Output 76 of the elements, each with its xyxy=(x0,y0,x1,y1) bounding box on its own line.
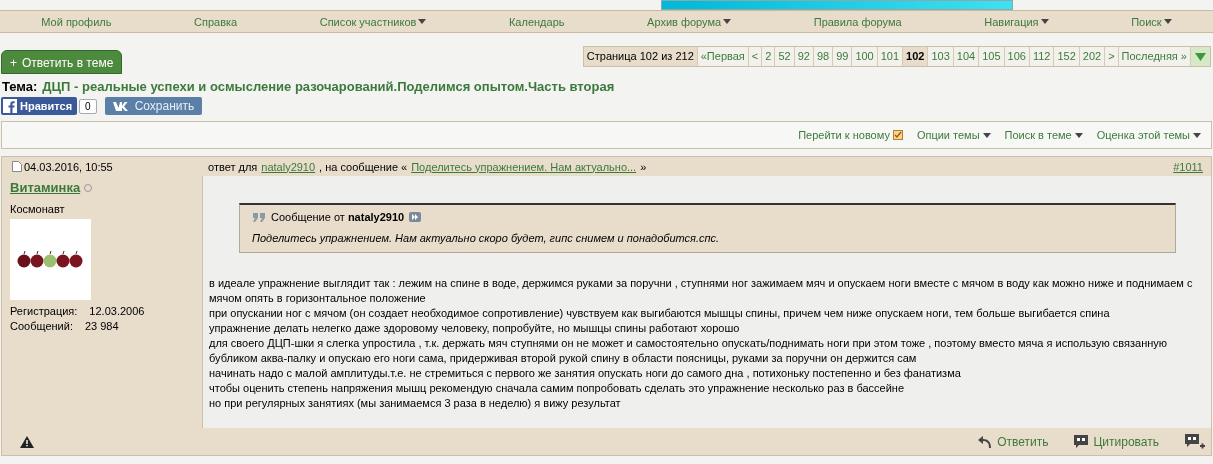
quote-attribution: Сообщение от nataly2910 xyxy=(271,211,405,223)
page-link[interactable]: 100 xyxy=(852,47,878,66)
page-count: Страница 102 из 212 xyxy=(583,47,698,66)
page-link[interactable]: 152 xyxy=(1054,47,1080,66)
nav-link[interactable]: Архив форума xyxy=(647,15,732,28)
nav-link[interactable]: Список участников xyxy=(319,15,427,28)
reply-text: , на сообщение « xyxy=(319,160,408,173)
quote-icon xyxy=(252,212,266,222)
page-link[interactable]: 52 xyxy=(775,47,795,66)
nav-link[interactable]: Навигация xyxy=(984,15,1049,28)
quote-text: Поделитесь упражнением. Нам актуально скоро будет, гипс снимем и понадобится.спс. xyxy=(252,232,721,244)
caret-icon xyxy=(1040,19,1049,24)
stat-value: 23 984 xyxy=(84,320,119,332)
stat-label: Регистрация: xyxy=(10,305,78,317)
dropdown-icon[interactable] xyxy=(1195,52,1206,61)
post-text: при опускании ног с мячом (он создает необходимое сопротивление) чувствуем как выгибаются мышцы спины, причем чем ниже опускаем ноги, тем больше выгибается спина xyxy=(209,306,1111,321)
post-icon xyxy=(12,161,22,172)
thread-label: Тема: xyxy=(2,79,38,94)
caret-icon xyxy=(418,19,427,24)
speech-bubble-icon xyxy=(1074,434,1089,449)
page-link[interactable]: Последняя » xyxy=(1118,47,1191,66)
view-post-icon[interactable] xyxy=(409,212,422,222)
post-text: начинать надо с малой амплитуды.т.е. не стремиться с первого же занятия опускать ноги до самого дна , потихоньку постепенно и без фанатизма xyxy=(209,366,962,381)
nav-link[interactable]: Поиск xyxy=(1131,15,1172,28)
thread-tool-link[interactable]: Опции темы xyxy=(916,129,991,141)
reply-text: » xyxy=(640,160,647,173)
post-number-link[interactable]: #1011 xyxy=(1173,160,1203,173)
speech-bubble-plus-icon xyxy=(1185,433,1205,450)
page-link[interactable]: > xyxy=(1105,47,1119,66)
vk-logo-icon xyxy=(112,101,129,111)
like-button[interactable]: Нравится xyxy=(1,97,78,115)
warning-icon[interactable] xyxy=(20,435,34,448)
nav-link[interactable]: Правила форума xyxy=(813,15,902,28)
thread-tool-link[interactable]: Перейти к новому xyxy=(798,129,903,141)
caret-icon xyxy=(982,132,991,138)
reply-arrow-icon xyxy=(978,434,993,449)
user-link[interactable]: nataly2910 xyxy=(261,160,316,173)
thread-tool-link[interactable]: Оценка этой темы xyxy=(1096,129,1201,141)
page-link[interactable]: «Первая xyxy=(697,47,749,66)
reply-text: ответ для xyxy=(208,160,258,173)
caret-icon xyxy=(1074,132,1083,138)
page-link[interactable]: 99 xyxy=(833,47,853,66)
caret-icon xyxy=(1193,132,1201,138)
page-link[interactable]: 103 xyxy=(928,47,954,66)
reply-thread-button[interactable]: + Ответить в теме xyxy=(1,50,123,74)
post-text: чтобы оценить степень напряжения мышц рекомендую сначала самим попробовать сделать это упражнение несколько раз в бассейне xyxy=(209,381,905,396)
f-logo-icon xyxy=(3,99,17,113)
nav-link[interactable]: Справка xyxy=(194,15,238,28)
user-rank: Космонавт xyxy=(10,203,66,215)
caret-icon xyxy=(1163,19,1172,24)
thread-title-link[interactable]: ДЦП - реальные успехи и осмысление разочарований.Поделимся опытом.Часть вторая xyxy=(42,79,615,94)
post-text: упражнение делать нелегко даже здоровому человеку, попробуйте, но мышцы спины работают хорошо xyxy=(209,321,741,336)
thread-tool-link[interactable]: Поиск в теме xyxy=(1004,129,1083,141)
nav-link[interactable]: Календарь xyxy=(508,15,565,28)
nav-link[interactable]: Мой профиль xyxy=(41,15,112,28)
like-count: 0 xyxy=(79,98,97,114)
post-text: но при регулярных занятиях (мы занимаемся 3 раза в неделю) я вижу результат xyxy=(209,396,622,411)
new-post-icon xyxy=(892,130,903,140)
page-link[interactable]: 202 xyxy=(1079,47,1106,66)
page-link[interactable]: 2 xyxy=(762,47,776,66)
page-link[interactable]: 105 xyxy=(979,47,1005,66)
stat-value: 12.03.2006 xyxy=(89,305,145,317)
page-link[interactable]: 102 xyxy=(903,47,929,66)
page-link[interactable]: 106 xyxy=(1004,47,1030,66)
multiquote-button[interactable] xyxy=(1185,433,1205,450)
reply-button[interactable]: Ответить xyxy=(978,434,1049,449)
post-date: 04.03.2016, 10:55 xyxy=(24,160,113,173)
post-link[interactable]: Поделитесь упражнением. Нам актуально... xyxy=(411,160,637,173)
caret-icon xyxy=(723,19,732,24)
page-link[interactable]: 101 xyxy=(877,47,904,66)
page-link[interactable]: 112 xyxy=(1029,47,1055,66)
quote-button[interactable]: Цитировать xyxy=(1074,434,1159,449)
vk-save-button[interactable]: Сохранить xyxy=(104,97,203,115)
username-link[interactable]: Витаминка xyxy=(10,180,81,195)
page-link[interactable]: 104 xyxy=(953,47,980,66)
stat-label: Сообщений: xyxy=(10,320,73,332)
